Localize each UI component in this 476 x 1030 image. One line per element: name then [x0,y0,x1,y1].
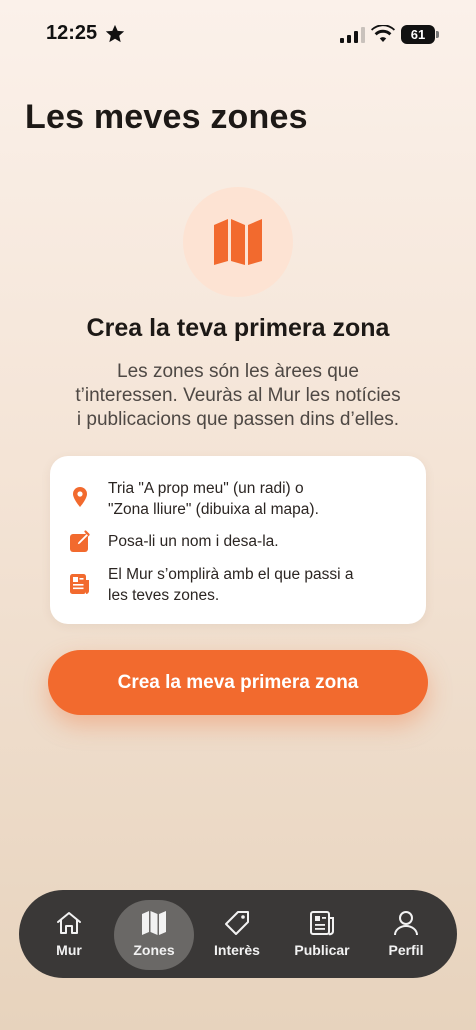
description-line: Les zones són les àrees que [117,361,359,382]
empty-state-title: Crea la teva primera zona [86,314,390,342]
map-icon [214,219,262,265]
star-icon [105,24,125,43]
tab-publicar[interactable]: Publicar [282,890,362,978]
wifi-icon [371,25,395,42]
tab-label: Publicar [294,942,350,958]
tab-perfil[interactable]: Perfil [366,890,446,978]
status-time: 12:25 [46,22,98,44]
home-icon [57,912,81,934]
create-first-zone-button[interactable]: Crea la meva primera zona [48,650,428,715]
description-line: t’interessen. Veuràs al Mur les notícies [75,385,401,406]
page-title: Les meves zones [25,98,308,136]
newspaper-icon [310,911,334,936]
tab-zones[interactable]: Zones [114,890,194,978]
status-bar: 12:25 61 [0,0,476,70]
tab-interes[interactable]: Interès [197,890,277,978]
step-line: Tria "A prop meu" (un radi) o [108,480,304,497]
empty-state-description: Les zones són les àrees que t’interessen… [38,360,438,432]
step-line: Posa-li un nom i desa-la. [108,533,279,550]
cellular-signal-icon [340,27,365,43]
newspaper-icon [70,574,89,594]
step-line: El Mur s’omplirà amb el que passi a [108,566,354,583]
empty-state-illustration [183,187,293,297]
steps-card: Tria "A prop meu" (un radi) o "Zona lliu… [50,456,426,624]
description-line: i publicacions que passen dins d’elles. [76,409,400,430]
tag-icon [225,911,249,935]
tab-mur[interactable]: Mur [29,890,109,978]
edit-icon [70,530,90,552]
tab-label: Perfil [388,942,424,958]
tab-label: Mur [56,942,82,958]
step-line: "Zona lliure" (dibuixa al mapa). [108,501,319,518]
battery-icon: 61 [401,25,439,44]
location-pin-icon [73,487,87,507]
map-icon [142,911,166,935]
tab-label: Interès [214,942,260,958]
step-text: Posa-li un nom i desa-la. [108,531,408,552]
tab-label: Zones [133,942,175,958]
step-text: Tria "A prop meu" (un radi) o "Zona lliu… [108,478,408,520]
battery-level: 61 [410,27,426,42]
step-line: les teves zones. [108,587,220,604]
bottom-tab-bar: Mur Zones Interès Publicar Perfil [19,890,457,978]
step-text: El Mur s’omplirà amb el que passi a les … [108,564,408,606]
user-icon [394,911,418,936]
